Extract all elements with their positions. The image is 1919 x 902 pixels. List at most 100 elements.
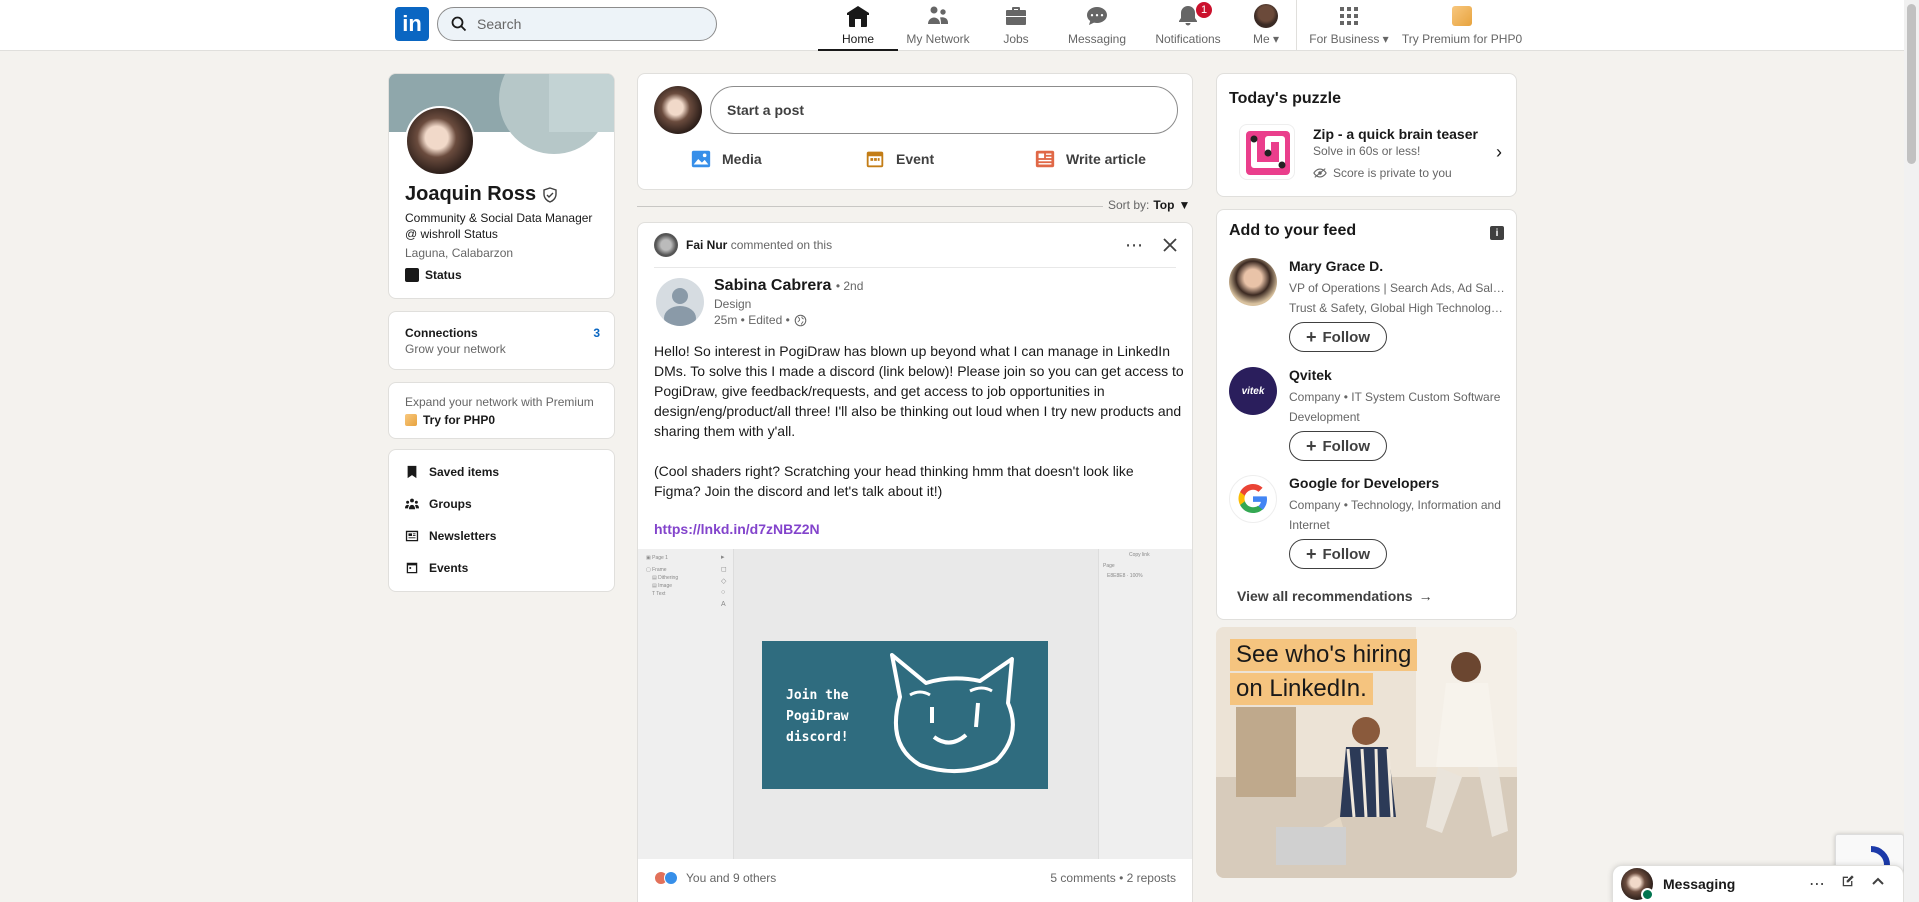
nav-me[interactable]: Me ▾ [1236,0,1296,51]
premium-icon [405,414,417,426]
briefcase-icon [1006,7,1026,25]
reactions-summary[interactable]: You and 9 others [654,871,776,885]
avatar[interactable] [1229,258,1277,306]
chevron-up-icon[interactable] [1871,874,1885,891]
recommendation-item: Google for Developers Company • Technolo… [1229,475,1509,575]
puzzle-name[interactable]: Zip - a quick brain teaser [1313,126,1478,142]
follow-button[interactable]: + Follow [1289,431,1387,461]
post-timestamp: 25m • Edited • [714,313,807,327]
notification-badge: 1 [1196,2,1212,18]
media-button[interactable]: Media [690,148,762,170]
profile-status[interactable]: Status [405,268,462,282]
info-icon[interactable]: i [1490,226,1504,240]
premium-card[interactable]: Expand your network with Premium Try for… [388,382,615,439]
author-avatar[interactable] [656,278,704,326]
home-icon [847,6,869,27]
scrollbar-thumb[interactable] [1907,4,1916,164]
nav-for-business[interactable]: For Business ▾ [1302,0,1396,51]
puzzle-subtitle: Solve in 60s or less! [1313,144,1421,158]
nav-home[interactable]: Home [818,0,898,51]
nav-notifications[interactable]: 1 Notifications [1140,0,1236,51]
newsletter-icon [405,530,419,542]
nav-try-premium[interactable]: Try Premium for PHP0 [1400,0,1524,51]
recommendation-item: Mary Grace D. VP of Operations | Search … [1229,258,1509,358]
hiring-ad[interactable]: See who's hiring on LinkedIn. [1216,627,1517,878]
like-reaction-icon [664,871,678,885]
post-link[interactable]: https://lnkd.in/d7zNBZ2N [654,521,820,537]
more-options-icon[interactable]: ⋯ [1120,231,1148,259]
premium-prompt: Expand your network with Premium [405,395,594,409]
editor-toolbar: ▸ ◻ ◇ ○ A [721,554,727,608]
nav-jobs[interactable]: Jobs [978,0,1054,51]
activity-actor[interactable]: Fai Nur [686,238,727,252]
groups-link[interactable]: Groups [405,497,472,511]
compose-icon[interactable] [1841,874,1855,891]
nav-label: Jobs [1003,32,1029,46]
chevron-down-icon: ▾ [1382,32,1389,46]
premium-cta[interactable]: Try for PHP0 [423,413,495,427]
start-post-input[interactable]: Start a post [710,86,1178,134]
connections-count: 3 [593,326,600,340]
author-name[interactable]: Sabina Cabrera • 2nd [714,277,863,295]
comments-reposts-count[interactable]: 5 comments • 2 reposts [1050,871,1176,885]
nav-label: My Network [906,32,970,46]
arrow-right-icon: → [1418,588,1433,604]
status-icon [405,268,419,282]
event-button[interactable]: Event [864,148,934,170]
profile-card: Joaquin Ross Community & Social Data Man… [388,73,615,299]
messaging-title: Messaging [1663,876,1736,892]
recommendation-description: Company • IT System Custom Software Deve… [1289,390,1501,424]
nav-messaging[interactable]: Messaging [1054,0,1140,51]
page-scrollbar[interactable] [1904,0,1919,902]
qvitek-logo[interactable]: vitek [1229,367,1277,415]
linkedin-logo[interactable]: in [395,7,429,41]
newsletters-link[interactable]: Newsletters [405,529,496,543]
recommendation-item: vitek Qvitek Company • IT System Custom … [1229,367,1509,467]
globe-icon [794,314,807,326]
connections-card[interactable]: Connections 3 Grow your network [388,311,615,370]
close-icon[interactable] [1156,231,1184,259]
recommendation-name[interactable]: Mary Grace D. [1289,258,1383,274]
chevron-right-icon[interactable]: › [1496,142,1502,163]
profile-name[interactable]: Joaquin Ross [405,183,558,206]
premium-icon [1452,6,1472,26]
avatar[interactable] [654,233,678,257]
profile-avatar[interactable] [405,106,475,176]
recommendation-name[interactable]: Qvitek [1289,367,1332,383]
nav-label: Me ▾ [1252,32,1280,46]
view-all-recommendations-link[interactable]: View all recommendations → [1237,588,1433,604]
puzzle-section-title: Today's puzzle [1229,90,1341,107]
divider [654,267,1176,268]
grow-network-text: Grow your network [405,342,506,356]
search-input[interactable] [477,16,697,32]
article-icon [1035,150,1055,168]
post-text: Hello! So interest in PogiDraw has blown… [654,343,1184,499]
add-to-feed-card: Add to your feed i Mary Grace D. VP of O… [1216,209,1517,620]
google-logo[interactable] [1229,475,1277,523]
groups-icon [405,498,419,510]
messaging-overlay[interactable]: Messaging ⋯ [1612,865,1904,902]
profile-headline: Community & Social Data Manager @ wishro… [405,211,593,241]
avatar[interactable] [654,86,702,134]
plus-icon: + [1305,543,1317,564]
sort-dropdown[interactable]: Sort by: Top ▼ [1108,198,1190,212]
feed-section-title: Add to your feed [1229,222,1357,239]
post-image[interactable]: ▣ Page 1 ▢ Frame ▤ Dithering ▤ Image T T… [638,549,1192,859]
zip-puzzle-icon[interactable] [1239,124,1295,180]
nav-my-network[interactable]: My Network [898,0,978,51]
avatar [1621,868,1654,901]
follow-button[interactable]: + Follow [1289,539,1387,569]
search-bar[interactable] [437,7,717,41]
nav-label: Try Premium for PHP0 [1401,32,1523,46]
events-link[interactable]: Events [405,561,468,575]
recommendation-name[interactable]: Google for Developers [1289,475,1439,491]
recommendation-description: Company • Technology, Information and In… [1289,498,1501,532]
verified-shield-icon [543,186,557,203]
profile-location: Laguna, Calabarzon [405,246,514,260]
more-options-icon[interactable]: ⋯ [1809,874,1825,894]
write-article-button[interactable]: Write article [1034,148,1146,170]
saved-items-link[interactable]: Saved items [405,465,499,479]
plus-icon: + [1305,326,1317,347]
follow-button[interactable]: + Follow [1289,322,1387,352]
media-icon [691,150,711,168]
